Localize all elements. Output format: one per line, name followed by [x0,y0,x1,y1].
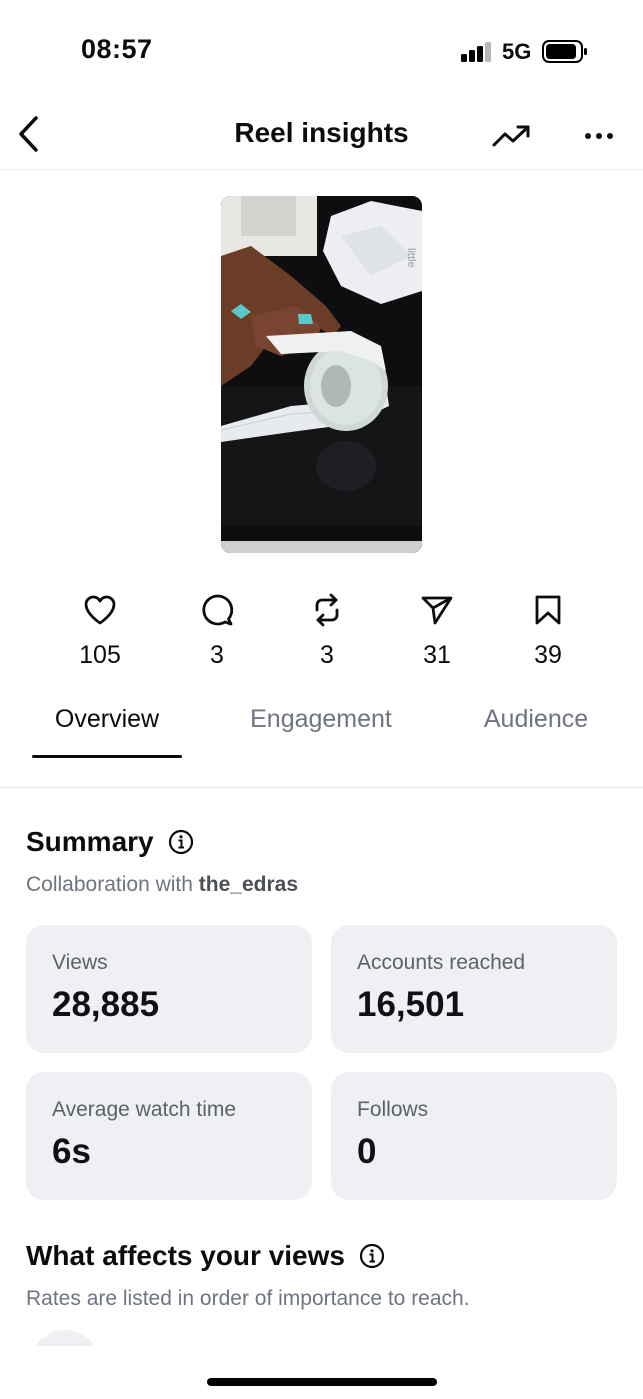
reposts-count: 3 [320,641,334,669]
active-tab-indicator [32,755,182,758]
nav-bar: Reel insights [0,100,643,170]
reel-thumbnail[interactable]: little [221,196,422,553]
info-icon[interactable] [168,829,194,855]
battery-icon [542,40,587,63]
network-type: 5G [502,39,532,64]
trending-up-icon [492,125,530,147]
reel-thumbnail-image: little [221,196,422,553]
views-value: 28,885 [52,985,160,1024]
summary-title: Summary [26,826,154,857]
comment-icon [202,594,234,626]
average-watch-time-label: Average watch time [52,1098,237,1121]
follows-card[interactable]: Follows 0 [331,1072,617,1200]
status-time: 08:57 [81,34,153,64]
average-watch-time-value: 6s [52,1132,91,1171]
interaction-stats: 105 3 3 31 39 [0,590,643,675]
summary-subtitle: Collaboration with the_edras [26,873,298,897]
bottom-safe-area [0,1346,643,1399]
saves-stat[interactable]: 39 [503,590,593,675]
views-factors-heading: What affects your views [26,1240,385,1272]
tab-overview[interactable]: Overview [32,704,182,735]
more-options-button[interactable] [578,116,620,156]
likes-stat[interactable]: 105 [55,590,145,675]
factor-item-avatar [30,1330,100,1346]
shares-stat[interactable]: 31 [392,590,482,675]
heart-icon [84,595,116,625]
reposts-stat[interactable]: 3 [282,590,372,675]
likes-count: 105 [79,641,121,669]
summary-heading: Summary [26,826,194,858]
more-horizontal-icon [585,133,613,139]
info-icon[interactable] [359,1243,385,1269]
accounts-reached-label: Accounts reached [357,951,526,974]
accounts-reached-card[interactable]: Accounts reached 16,501 [331,925,617,1053]
status-bar: 08:57 5G [0,0,643,100]
views-factors-title: What affects your views [26,1240,345,1271]
saves-count: 39 [534,641,562,669]
repost-icon [315,593,339,627]
box-label: little [405,248,417,268]
average-watch-time-card[interactable]: Average watch time 6s [26,1072,312,1200]
home-indicator[interactable] [207,1378,437,1386]
collaborator-username[interactable]: the_edras [199,873,298,896]
comments-stat[interactable]: 3 [172,590,262,675]
views-factors-subtitle: Rates are listed in order of importance … [26,1287,470,1310]
follows-label: Follows [357,1098,429,1121]
tab-audience[interactable]: Audience [470,704,602,735]
collaboration-prefix: Collaboration with [26,873,193,896]
comments-count: 3 [210,641,224,669]
insights-tabs: Overview Engagement Audience [0,690,643,788]
views-label: Views [52,951,108,974]
accounts-reached-value: 16,501 [357,985,465,1024]
share-icon [421,596,453,625]
shares-count: 31 [423,641,451,669]
bookmark-icon [535,595,561,625]
trend-button[interactable] [490,116,534,156]
views-card[interactable]: Views 28,885 [26,925,312,1053]
page-title: Reel insights [234,117,409,148]
follows-value: 0 [357,1132,377,1171]
signal-icon [461,41,492,62]
tab-engagement[interactable]: Engagement [246,704,396,735]
